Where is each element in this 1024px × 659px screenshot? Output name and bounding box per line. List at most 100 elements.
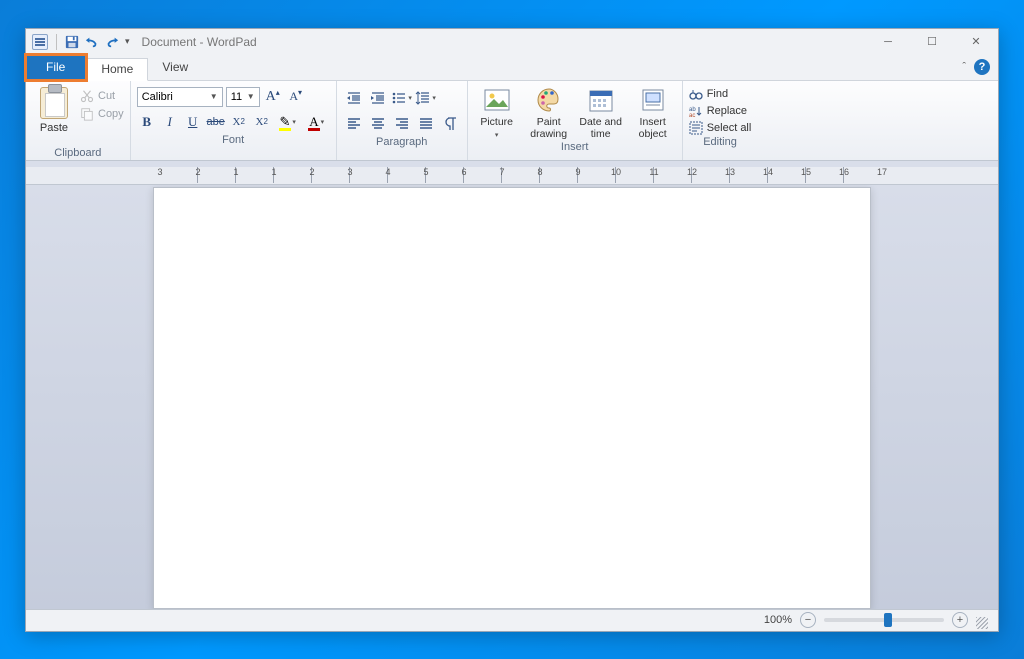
copy-label: Copy (98, 108, 124, 120)
bold-button[interactable]: B (137, 111, 157, 133)
strikethrough-button[interactable]: abe (206, 111, 226, 133)
font-name-value: Calibri (142, 91, 173, 103)
status-bar: 100% − + (26, 609, 998, 631)
document-area: 3211234567891011121314151617 (26, 161, 998, 609)
insert-date-button[interactable]: Date and time (578, 85, 624, 140)
copy-icon (80, 107, 94, 121)
save-icon[interactable] (65, 35, 79, 49)
zoom-slider-thumb[interactable] (884, 613, 892, 627)
paste-button[interactable]: Paste (32, 85, 76, 145)
caret-down-icon: ▾ (495, 132, 499, 139)
paragraph-dialog-button[interactable] (439, 113, 461, 135)
increase-indent-button[interactable] (367, 87, 389, 109)
insert-picture-button[interactable]: Picture▾ (474, 85, 520, 140)
page-viewport[interactable] (26, 185, 998, 609)
date-label: Date and time (579, 116, 622, 140)
window-title: Document - WordPad (142, 35, 257, 49)
cut-label: Cut (98, 90, 115, 102)
object-label: Insert object (639, 116, 667, 140)
tab-file[interactable]: File (26, 55, 86, 80)
qat-separator (56, 34, 57, 50)
subscript-button[interactable]: X2 (229, 111, 249, 133)
indent-left-icon (346, 90, 362, 106)
superscript-button[interactable]: X2 (252, 111, 272, 133)
font-size-value: 11 (231, 91, 242, 103)
line-spacing-icon (415, 90, 431, 106)
caret-down-icon: ▾ (408, 94, 412, 102)
replace-icon: abac (689, 104, 703, 118)
group-paragraph: ▾ ▾ Paragraph (337, 81, 468, 160)
bullets-icon (391, 90, 407, 106)
maximize-button[interactable]: ☐ (910, 29, 954, 55)
group-editing: Find abac Replace Select all Editing (683, 81, 758, 160)
align-right-icon (394, 116, 410, 132)
minimize-button[interactable]: ─ (866, 29, 910, 55)
qat-customize-dropdown[interactable]: ▾ (125, 36, 130, 47)
zoom-in-button[interactable]: + (952, 612, 968, 628)
wordpad-app-icon[interactable] (32, 34, 48, 50)
zoom-out-button[interactable]: − (800, 612, 816, 628)
align-center-icon (370, 116, 386, 132)
font-name-combo[interactable]: Calibri ▼ (137, 87, 223, 107)
tab-view[interactable]: View (148, 55, 203, 80)
palette-icon (536, 87, 562, 113)
align-justify-button[interactable] (415, 113, 437, 135)
align-right-button[interactable] (391, 113, 413, 135)
insert-paint-button[interactable]: Paint drawing (526, 85, 572, 140)
paragraph-icon (442, 116, 458, 132)
zoom-level[interactable]: 100% (764, 614, 792, 626)
insert-object-button[interactable]: Insert object (630, 85, 676, 140)
select-all-icon (689, 121, 703, 135)
zoom-slider[interactable] (824, 618, 944, 622)
underline-button[interactable]: U (183, 111, 203, 133)
grow-font-button[interactable]: A▴ (263, 87, 283, 107)
cut-button[interactable]: Cut (80, 89, 124, 103)
tab-home[interactable]: Home (86, 58, 148, 81)
clipboard-group-label: Clipboard (32, 146, 124, 159)
replace-button[interactable]: abac Replace (689, 104, 752, 118)
collapse-ribbon-icon[interactable]: ˆ (962, 61, 966, 73)
undo-icon[interactable] (85, 35, 99, 49)
copy-button[interactable]: Copy (80, 107, 124, 121)
resize-grip[interactable] (976, 617, 988, 629)
caret-down-icon: ▼ (210, 92, 218, 101)
ruler-scale: 3211234567891011121314151617 (160, 167, 864, 183)
highlight-color-button[interactable]: ✎▾ (275, 111, 301, 133)
group-insert: Picture▾ Paint drawing Date and time Ins… (468, 81, 683, 160)
calendar-icon (588, 87, 614, 113)
caret-down-icon: ▾ (292, 118, 296, 126)
svg-text:ac: ac (689, 113, 695, 118)
wordpad-window: ▾ Document - WordPad ─ ☐ ✕ File Home Vie… (25, 28, 999, 632)
quick-access-toolbar: ▾ (26, 34, 136, 50)
align-justify-icon (418, 116, 434, 132)
caret-down-icon: ▼ (247, 92, 255, 101)
select-all-label: Select all (707, 122, 752, 134)
font-size-combo[interactable]: 11 ▼ (226, 87, 260, 107)
paste-label: Paste (40, 122, 68, 134)
ribbon: Paste Cut Copy Clipboard (26, 81, 998, 161)
replace-label: Replace (707, 105, 747, 117)
document-page[interactable] (153, 187, 871, 609)
editing-group-label: Editing (689, 135, 752, 148)
find-label: Find (707, 88, 728, 100)
binoculars-icon (689, 87, 703, 101)
bullets-button[interactable]: ▾ (391, 87, 413, 109)
select-all-button[interactable]: Select all (689, 121, 752, 135)
close-button[interactable]: ✕ (954, 29, 998, 55)
ribbon-tabs: File Home View ˆ ? (26, 55, 998, 81)
italic-button[interactable]: I (160, 111, 180, 133)
find-button[interactable]: Find (689, 87, 752, 101)
font-color-button[interactable]: A▾ (304, 111, 330, 133)
caret-down-icon: ▾ (321, 118, 325, 126)
align-center-button[interactable] (367, 113, 389, 135)
insert-group-label: Insert (474, 140, 676, 153)
horizontal-ruler[interactable]: 3211234567891011121314151617 (26, 167, 998, 185)
decrease-indent-button[interactable] (343, 87, 365, 109)
align-left-button[interactable] (343, 113, 365, 135)
line-spacing-button[interactable]: ▾ (415, 87, 437, 109)
shrink-font-button[interactable]: A▾ (286, 87, 306, 107)
picture-icon (484, 87, 510, 113)
redo-icon[interactable] (105, 35, 119, 49)
help-icon[interactable]: ? (974, 59, 990, 75)
indent-right-icon (370, 90, 386, 106)
